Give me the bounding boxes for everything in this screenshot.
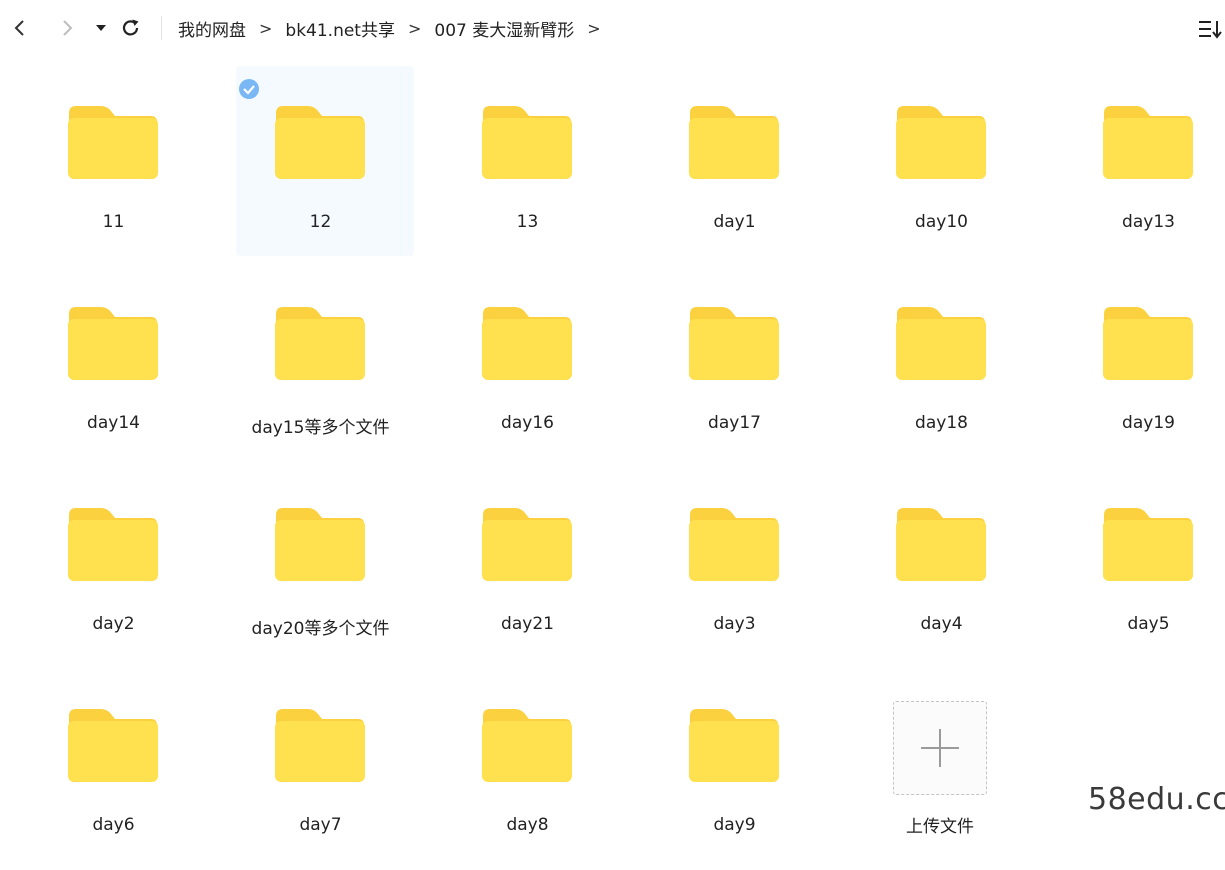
- folder-item[interactable]: day6: [10, 669, 217, 870]
- folder-item[interactable]: day2: [10, 468, 217, 669]
- folder-icon: [482, 709, 572, 782]
- folder-icon: [68, 307, 158, 380]
- upload-label: 上传文件: [906, 817, 974, 837]
- folder-icon: [896, 508, 986, 581]
- folder-name: day6: [92, 815, 135, 835]
- folder-item[interactable]: day5: [1045, 468, 1225, 669]
- folder-name: day21: [501, 614, 554, 634]
- folder-item[interactable]: day7: [217, 669, 424, 870]
- folder-item[interactable]: day1: [631, 66, 838, 267]
- folder-name: day3: [713, 614, 756, 634]
- folder-icon: [689, 106, 779, 179]
- folder-name: day8: [506, 815, 549, 835]
- folder-item[interactable]: day10: [838, 66, 1045, 267]
- back-button[interactable]: [8, 14, 32, 42]
- history-dropdown-button[interactable]: [89, 14, 113, 42]
- folder-name: 11: [102, 212, 125, 232]
- folder-item[interactable]: day21: [424, 468, 631, 669]
- folder-name: day1: [713, 212, 756, 232]
- folder-name: 13: [516, 212, 539, 232]
- folder-item[interactable]: day20等多个文件: [217, 468, 424, 669]
- folder-item[interactable]: day14: [10, 267, 217, 468]
- toolbar-divider: [161, 16, 162, 40]
- breadcrumb-separator[interactable]: >: [587, 19, 600, 38]
- breadcrumb-item-share[interactable]: bk41.net共享: [285, 16, 395, 41]
- folder-icon: [275, 709, 365, 782]
- folder-name: day7: [299, 815, 342, 835]
- folder-icon: [1103, 508, 1193, 581]
- folder-name: day5: [1127, 614, 1170, 634]
- folder-icon: [275, 106, 365, 179]
- folder-item[interactable]: 12: [217, 66, 424, 267]
- folder-item[interactable]: 11: [10, 66, 217, 267]
- folder-item[interactable]: day9: [631, 669, 838, 870]
- folder-icon: [482, 508, 572, 581]
- folder-item[interactable]: day13: [1045, 66, 1225, 267]
- folder-name: day9: [713, 815, 756, 835]
- sort-button[interactable]: [1196, 18, 1224, 40]
- folder-icon: [896, 106, 986, 179]
- folder-icon: [482, 307, 572, 380]
- folder-name: day10: [915, 212, 968, 232]
- watermark: 58edu.cc: [1088, 782, 1225, 817]
- forward-button[interactable]: [55, 14, 79, 42]
- breadcrumb-separator: >: [407, 18, 422, 38]
- chevron-left-icon: [14, 20, 24, 36]
- folder-item[interactable]: day8: [424, 669, 631, 870]
- folder-item[interactable]: day17: [631, 267, 838, 468]
- folder-icon: [689, 307, 779, 380]
- folder-icon: [275, 307, 365, 380]
- folder-name: day20等多个文件: [251, 619, 390, 639]
- folder-icon: [68, 106, 158, 179]
- sort-icon: [1199, 21, 1222, 39]
- folder-item[interactable]: day18: [838, 267, 1045, 468]
- breadcrumb: 我的网盘 > bk41.net共享 > 007 麦大湿新臂形 >: [178, 16, 614, 41]
- folder-item[interactable]: 13: [424, 66, 631, 267]
- folder-icon: [1103, 307, 1193, 380]
- plus-icon: [920, 728, 959, 767]
- folder-name: 12: [309, 212, 332, 232]
- folder-icon: [689, 508, 779, 581]
- folder-name: day16: [501, 413, 554, 433]
- breadcrumb-item-current[interactable]: 007 麦大湿新臂形: [434, 16, 574, 41]
- folder-name: day15等多个文件: [251, 418, 390, 438]
- folder-icon: [896, 307, 986, 380]
- breadcrumb-item-root[interactable]: 我的网盘: [178, 16, 246, 41]
- refresh-button[interactable]: [119, 14, 143, 42]
- folder-item[interactable]: day15等多个文件: [217, 267, 424, 468]
- refresh-icon: [122, 19, 139, 36]
- folder-item[interactable]: day4: [838, 468, 1045, 669]
- folder-icon: [68, 508, 158, 581]
- folder-icon: [689, 709, 779, 782]
- folder-name: day4: [920, 614, 963, 634]
- folder-icon: [1103, 106, 1193, 179]
- chevron-right-icon: [63, 20, 73, 36]
- folder-icon: [275, 508, 365, 581]
- check-circle-icon[interactable]: [238, 78, 260, 100]
- folder-item[interactable]: day16: [424, 267, 631, 468]
- folder-item[interactable]: day3: [631, 468, 838, 669]
- folder-name: day19: [1122, 413, 1175, 433]
- toolbar: 我的网盘 > bk41.net共享 > 007 麦大湿新臂形 >: [0, 0, 1225, 56]
- folder-name: day17: [708, 413, 761, 433]
- caret-down-icon: [96, 25, 106, 31]
- breadcrumb-separator: >: [259, 18, 273, 38]
- folder-name: day13: [1122, 212, 1175, 232]
- folder-name: day18: [915, 413, 968, 433]
- folder-icon: [482, 106, 572, 179]
- folder-icon: [68, 709, 158, 782]
- upload-button[interactable]: [893, 701, 987, 795]
- folder-name: day2: [92, 614, 135, 634]
- file-grid: 11 12 13 day1 day10 day13 day14 day15等多个文件 day16…: [10, 66, 1225, 870]
- folder-name: day14: [87, 413, 140, 433]
- folder-item[interactable]: day19: [1045, 267, 1225, 468]
